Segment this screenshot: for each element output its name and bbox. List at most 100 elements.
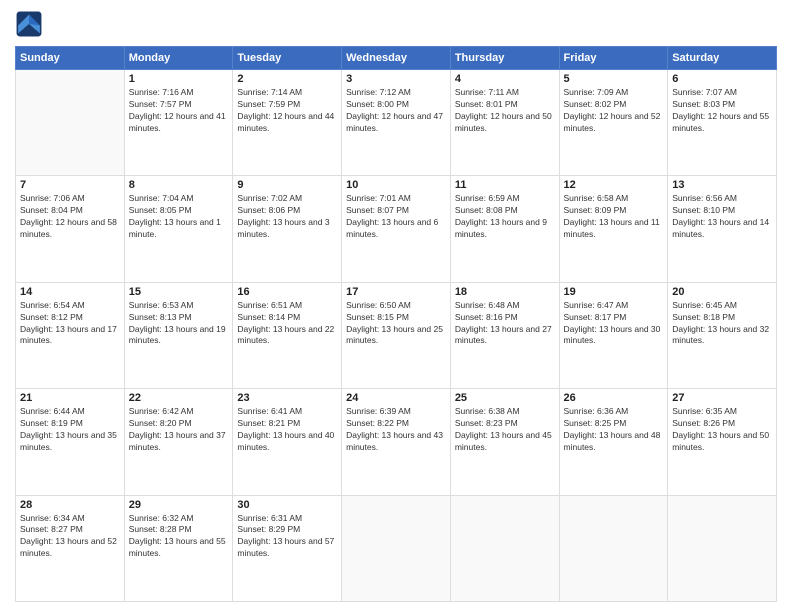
day-number: 3 <box>346 73 446 85</box>
day-number: 21 <box>20 392 120 404</box>
day-number: 10 <box>346 179 446 191</box>
day-info: Sunrise: 6:41 AM Sunset: 8:21 PM Dayligh… <box>237 406 337 454</box>
day-cell: 7 Sunrise: 7:06 AM Sunset: 8:04 PM Daylig… <box>16 176 125 282</box>
day-info: Sunrise: 6:59 AM Sunset: 8:08 PM Dayligh… <box>455 193 555 241</box>
day-info: Sunrise: 6:44 AM Sunset: 8:19 PM Dayligh… <box>20 406 120 454</box>
day-number: 6 <box>672 73 772 85</box>
week-row-4: 21 Sunrise: 6:44 AM Sunset: 8:19 PM Dayli… <box>16 389 777 495</box>
day-number: 27 <box>672 392 772 404</box>
day-info: Sunrise: 6:31 AM Sunset: 8:29 PM Dayligh… <box>237 513 337 561</box>
day-info: Sunrise: 6:45 AM Sunset: 8:18 PM Dayligh… <box>672 300 772 348</box>
day-number: 16 <box>237 286 337 298</box>
day-number: 11 <box>455 179 555 191</box>
day-info: Sunrise: 6:50 AM Sunset: 8:15 PM Dayligh… <box>346 300 446 348</box>
day-cell: 19 Sunrise: 6:47 AM Sunset: 8:17 PM Dayli… <box>559 282 668 388</box>
day-info: Sunrise: 7:12 AM Sunset: 8:00 PM Dayligh… <box>346 87 446 135</box>
day-number: 23 <box>237 392 337 404</box>
day-number: 26 <box>564 392 664 404</box>
day-number: 20 <box>672 286 772 298</box>
day-info: Sunrise: 7:01 AM Sunset: 8:07 PM Dayligh… <box>346 193 446 241</box>
day-number: 25 <box>455 392 555 404</box>
page: SundayMondayTuesdayWednesdayThursdayFrid… <box>0 0 792 612</box>
day-cell: 23 Sunrise: 6:41 AM Sunset: 8:21 PM Dayli… <box>233 389 342 495</box>
day-cell: 21 Sunrise: 6:44 AM Sunset: 8:19 PM Dayli… <box>16 389 125 495</box>
day-cell: 12 Sunrise: 6:58 AM Sunset: 8:09 PM Dayli… <box>559 176 668 282</box>
day-cell: 24Sunrise: 6:39 AM Sunset: 8:22 PM Dayli… <box>342 389 451 495</box>
day-info: Sunrise: 6:32 AM Sunset: 8:28 PM Dayligh… <box>129 513 229 561</box>
day-cell: 14Sunrise: 6:54 AM Sunset: 8:12 PM Dayli… <box>16 282 125 388</box>
day-cell: 30Sunrise: 6:31 AM Sunset: 8:29 PM Dayli… <box>233 495 342 601</box>
day-number: 13 <box>672 179 772 191</box>
day-info: Sunrise: 6:35 AM Sunset: 8:26 PM Dayligh… <box>672 406 772 454</box>
day-cell <box>16 70 125 176</box>
day-info: Sunrise: 7:11 AM Sunset: 8:01 PM Dayligh… <box>455 87 555 135</box>
day-info: Sunrise: 6:56 AM Sunset: 8:10 PM Dayligh… <box>672 193 772 241</box>
day-cell: 26 Sunrise: 6:36 AM Sunset: 8:25 PM Dayli… <box>559 389 668 495</box>
day-cell: 16 Sunrise: 6:51 AM Sunset: 8:14 PM Dayli… <box>233 282 342 388</box>
day-info: Sunrise: 7:02 AM Sunset: 8:06 PM Dayligh… <box>237 193 337 241</box>
logo-icon <box>15 10 43 38</box>
calendar-table: SundayMondayTuesdayWednesdayThursdayFrid… <box>15 46 777 602</box>
day-cell: 18 Sunrise: 6:48 AM Sunset: 8:16 PM Dayli… <box>450 282 559 388</box>
day-number: 14 <box>20 286 120 298</box>
day-number: 24 <box>346 392 446 404</box>
day-info: Sunrise: 6:38 AM Sunset: 8:23 PM Dayligh… <box>455 406 555 454</box>
day-info: Sunrise: 7:07 AM Sunset: 8:03 PM Dayligh… <box>672 87 772 135</box>
column-header-sunday: Sunday <box>16 47 125 70</box>
day-cell <box>342 495 451 601</box>
day-cell: 10 Sunrise: 7:01 AM Sunset: 8:07 PM Dayli… <box>342 176 451 282</box>
day-number: 2 <box>237 73 337 85</box>
day-info: Sunrise: 6:48 AM Sunset: 8:16 PM Dayligh… <box>455 300 555 348</box>
day-cell <box>450 495 559 601</box>
day-number: 12 <box>564 179 664 191</box>
day-number: 5 <box>564 73 664 85</box>
column-header-tuesday: Tuesday <box>233 47 342 70</box>
week-row-2: 7 Sunrise: 7:06 AM Sunset: 8:04 PM Daylig… <box>16 176 777 282</box>
day-info: Sunrise: 6:34 AM Sunset: 8:27 PM Dayligh… <box>20 513 120 561</box>
day-cell: 2Sunrise: 7:14 AM Sunset: 7:59 PM Daylig… <box>233 70 342 176</box>
day-info: Sunrise: 6:47 AM Sunset: 8:17 PM Dayligh… <box>564 300 664 348</box>
column-header-thursday: Thursday <box>450 47 559 70</box>
day-cell: 4 Sunrise: 7:11 AM Sunset: 8:01 PM Daylig… <box>450 70 559 176</box>
day-number: 4 <box>455 73 555 85</box>
day-info: Sunrise: 6:42 AM Sunset: 8:20 PM Dayligh… <box>129 406 229 454</box>
day-info: Sunrise: 6:51 AM Sunset: 8:14 PM Dayligh… <box>237 300 337 348</box>
day-info: Sunrise: 7:16 AM Sunset: 7:57 PM Dayligh… <box>129 87 229 135</box>
day-number: 18 <box>455 286 555 298</box>
day-cell: 28Sunrise: 6:34 AM Sunset: 8:27 PM Dayli… <box>16 495 125 601</box>
day-cell: 29 Sunrise: 6:32 AM Sunset: 8:28 PM Dayli… <box>124 495 233 601</box>
day-info: Sunrise: 6:36 AM Sunset: 8:25 PM Dayligh… <box>564 406 664 454</box>
day-cell: 22 Sunrise: 6:42 AM Sunset: 8:20 PM Dayli… <box>124 389 233 495</box>
day-number: 19 <box>564 286 664 298</box>
day-number: 29 <box>129 499 229 511</box>
day-cell: 25 Sunrise: 6:38 AM Sunset: 8:23 PM Dayli… <box>450 389 559 495</box>
week-row-1: 1Sunrise: 7:16 AM Sunset: 7:57 PM Daylig… <box>16 70 777 176</box>
day-cell: 17 Sunrise: 6:50 AM Sunset: 8:15 PM Dayli… <box>342 282 451 388</box>
logo <box>15 10 45 38</box>
day-info: Sunrise: 7:04 AM Sunset: 8:05 PM Dayligh… <box>129 193 229 241</box>
day-number: 9 <box>237 179 337 191</box>
day-cell: 15 Sunrise: 6:53 AM Sunset: 8:13 PM Dayli… <box>124 282 233 388</box>
day-info: Sunrise: 6:53 AM Sunset: 8:13 PM Dayligh… <box>129 300 229 348</box>
day-info: Sunrise: 7:06 AM Sunset: 8:04 PM Dayligh… <box>20 193 120 241</box>
day-info: Sunrise: 6:58 AM Sunset: 8:09 PM Dayligh… <box>564 193 664 241</box>
day-number: 17 <box>346 286 446 298</box>
day-cell <box>559 495 668 601</box>
day-cell: 8 Sunrise: 7:04 AM Sunset: 8:05 PM Daylig… <box>124 176 233 282</box>
column-header-wednesday: Wednesday <box>342 47 451 70</box>
day-number: 8 <box>129 179 229 191</box>
day-cell: 20 Sunrise: 6:45 AM Sunset: 8:18 PM Dayli… <box>668 282 777 388</box>
day-cell: 13 Sunrise: 6:56 AM Sunset: 8:10 PM Dayli… <box>668 176 777 282</box>
header <box>15 10 777 38</box>
day-number: 7 <box>20 179 120 191</box>
day-number: 15 <box>129 286 229 298</box>
day-number: 22 <box>129 392 229 404</box>
day-cell: 11 Sunrise: 6:59 AM Sunset: 8:08 PM Dayli… <box>450 176 559 282</box>
day-cell: 1Sunrise: 7:16 AM Sunset: 7:57 PM Daylig… <box>124 70 233 176</box>
day-cell: 9 Sunrise: 7:02 AM Sunset: 8:06 PM Daylig… <box>233 176 342 282</box>
day-cell: 5Sunrise: 7:09 AM Sunset: 8:02 PM Daylig… <box>559 70 668 176</box>
day-cell: 6 Sunrise: 7:07 AM Sunset: 8:03 PM Daylig… <box>668 70 777 176</box>
day-cell <box>668 495 777 601</box>
day-cell: 27 Sunrise: 6:35 AM Sunset: 8:26 PM Dayli… <box>668 389 777 495</box>
calendar-header-row: SundayMondayTuesdayWednesdayThursdayFrid… <box>16 47 777 70</box>
